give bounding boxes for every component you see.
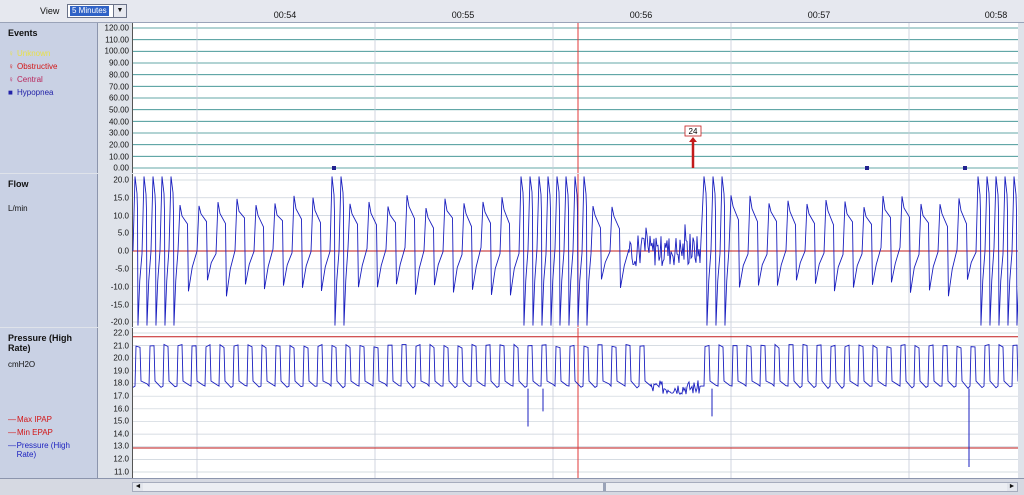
y-tick-label: 20.0 (113, 175, 129, 185)
legend-label: Min EPAP (17, 428, 53, 437)
time-tick-label: 00:54 (273, 10, 297, 20)
y-tick-label: 0.00 (113, 163, 129, 173)
line-swatch-icon: — (8, 428, 16, 437)
y-tick-label: -20.0 (110, 317, 129, 327)
pin-icon: ♀ (8, 75, 14, 84)
panel-title-events: Events (8, 28, 38, 38)
legend-item-pressure: — Max IPAP (8, 415, 88, 424)
pressure-unit: cmH2O (8, 360, 36, 369)
line-swatch-icon: — (8, 415, 16, 424)
events-y-axis: 120.00 110.00 100.00 90.00 80.00 70.00 60.00 50… (98, 23, 132, 173)
pressure-y-axis: 22.0 21.0 20.0 19.0 18.0 17.0 16.0 15.0 14.0 13.0… (98, 328, 132, 478)
bottom-bar: ◄ ► (0, 478, 1024, 495)
pressure-scroll (1018, 328, 1024, 478)
y-tick-label: 21.0 (113, 341, 129, 351)
y-tick-label: 100.00 (104, 46, 129, 56)
y-tick-label: 13.0 (113, 441, 129, 451)
flow-legend-panel: Flow L/min (0, 174, 98, 327)
scroll-right-icon[interactable]: ► (1007, 483, 1017, 491)
y-tick-label: -5.0 (115, 264, 129, 274)
y-tick-label: 11.0 (114, 467, 129, 477)
y-tick-label: 19.0 (113, 366, 129, 376)
y-tick-label: 16.0 (113, 404, 129, 414)
y-tick-label: 40.00 (108, 117, 129, 127)
obstructive-marker (689, 137, 697, 142)
y-tick-label: 12.0 (113, 454, 129, 464)
flow-plot[interactable] (132, 174, 1022, 327)
legend-item-events: ♀ Obstructive (8, 62, 57, 71)
view-label: View (40, 6, 60, 16)
time-axis-bar: View 5 Minutes ▼ 00:54 00:55 00:56 00:57 00:… (0, 0, 1024, 23)
view-dropdown[interactable]: 5 Minutes ▼ (67, 4, 127, 18)
y-tick-label: 17.0 (113, 391, 129, 401)
legend-item-events: ♀ Unknown (8, 49, 50, 58)
pin-icon: ♀ (8, 62, 14, 71)
y-tick-label: 60.00 (108, 93, 129, 103)
y-tick-label: 110.00 (105, 35, 129, 45)
y-tick-label: 70.00 (108, 82, 129, 91)
view-dropdown-value: 5 Minutes (70, 6, 109, 16)
events-scroll (1018, 23, 1024, 173)
y-tick-label: 120.00 (104, 23, 129, 33)
flow-unit: L/min (8, 204, 28, 213)
legend-item-pressure: — Pressure (High Rate) (8, 441, 88, 459)
y-tick-label: -15.0 (110, 300, 129, 310)
time-tick-label: 00:55 (451, 10, 475, 20)
y-tick-label: 50.00 (108, 105, 129, 115)
legend-label: Pressure (High Rate) (16, 441, 70, 459)
y-tick-label: -10.0 (110, 282, 129, 292)
y-tick-label: 0.0 (117, 246, 129, 256)
legend-label: Max IPAP (17, 415, 52, 424)
pressure-chart (132, 328, 1024, 478)
events-legend-panel: Events ♀ Unknown ♀ Obstructive ♀ Central ■ Hypo… (0, 23, 98, 173)
y-tick-label: 22.0 (113, 328, 129, 338)
legend-item-events: ■ Hypopnea (8, 88, 53, 97)
y-tick-label: 15.0 (113, 416, 129, 426)
y-tick-label: 18.0 (113, 378, 129, 388)
scroll-left-icon[interactable]: ◄ (133, 483, 143, 491)
flow-y-axis: 20.0 15.0 10.0 5.0 0.0 -5.0 -10.0 -15.0 -20.0 (98, 174, 132, 327)
square-icon: ■ (8, 88, 13, 97)
legend-label: Obstructive (17, 62, 58, 71)
event-label: 24 (689, 127, 698, 136)
legend-item-events: ♀ Central (8, 75, 43, 84)
y-tick-label: 80.00 (108, 70, 129, 80)
y-tick-label: 90.00 (108, 58, 129, 68)
pressure-legend-panel: Pressure (High Rate) cmH2O — Max IPAP — Min… (0, 328, 98, 478)
flow-scroll (1018, 174, 1024, 327)
hypopnea-marker (865, 166, 869, 170)
events-chart: 24 (133, 23, 1019, 173)
horizontal-scrollbar[interactable]: ◄ ► (132, 482, 1018, 492)
pressure-plot[interactable] (132, 328, 1024, 478)
line-swatch-icon: — (8, 441, 16, 450)
flow-chart (132, 174, 1022, 327)
panel-title-flow: Flow (8, 179, 29, 189)
hypopnea-marker (332, 166, 336, 170)
legend-label: Central (17, 75, 43, 84)
legend-label: Unknown (17, 49, 51, 58)
hypopnea-marker (963, 166, 967, 170)
y-tick-label: 15.0 (113, 193, 129, 203)
y-tick-label: 20.00 (108, 140, 129, 150)
y-tick-label: 5.0 (117, 228, 129, 238)
y-tick-label: 30.00 (108, 128, 129, 138)
y-tick-label: 10.00 (108, 152, 129, 162)
events-plot[interactable]: 24 (132, 23, 1019, 173)
time-tick-label: 00:58 (984, 10, 1008, 20)
pin-icon: ♀ (8, 49, 14, 58)
panel-title-pressure: Pressure (High Rate) (8, 333, 73, 353)
chevron-down-icon[interactable]: ▼ (113, 5, 126, 17)
y-tick-label: 20.0 (113, 353, 129, 363)
time-tick-label: 00:56 (629, 10, 653, 20)
y-tick-label: 10.0 (113, 211, 129, 221)
time-tick-label: 00:57 (807, 10, 831, 20)
legend-item-pressure: — Min EPAP (8, 428, 88, 437)
y-tick-label: 14.0 (113, 429, 129, 439)
legend-label: Hypopnea (17, 88, 54, 97)
scroll-thumb[interactable] (603, 483, 606, 491)
